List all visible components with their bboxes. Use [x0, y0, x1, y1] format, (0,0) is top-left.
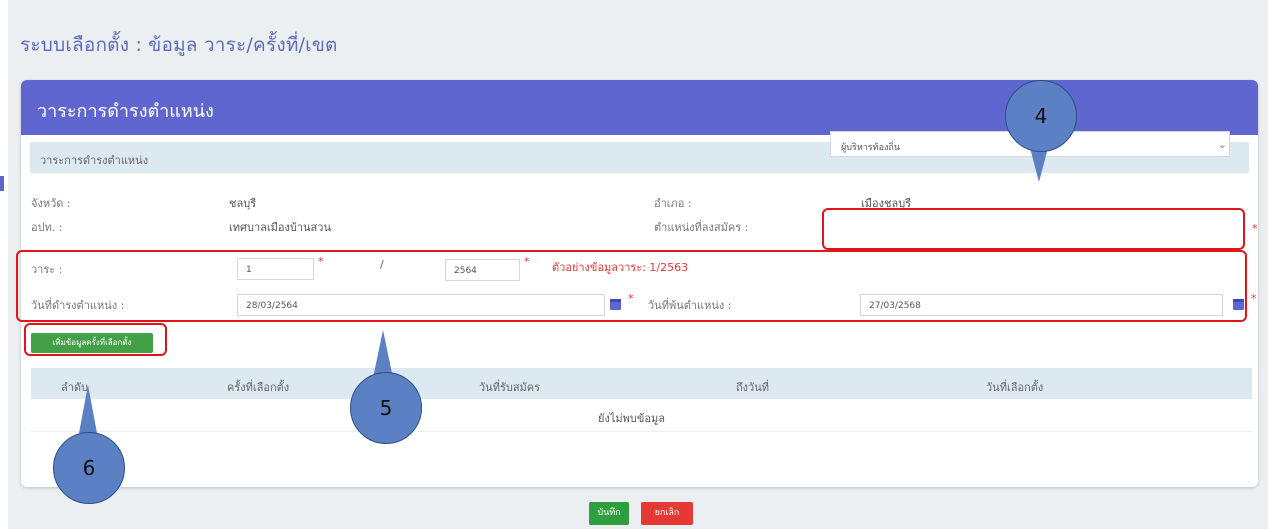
- page-title: ระบบเลือกตั้ง : ข้อมูล วาระ/ครั้งที่/เขต: [20, 34, 338, 56]
- table-header: ลำดับ ครั้งที่เลือกตั้ง วันที่รับสมัคร ถ…: [31, 368, 1252, 399]
- required-mark: *: [1251, 292, 1257, 305]
- required-mark: *: [1252, 222, 1258, 235]
- org-value: เทศบาลเมืองบ้านสวน: [229, 221, 331, 234]
- empty-message: ยังไม่พบข้อมูล: [598, 412, 665, 425]
- org-label: อปท. :: [31, 221, 63, 234]
- callout-pointer: [1030, 148, 1048, 182]
- left-strip: [0, 0, 8, 529]
- column-header[interactable]: ครั้งที่เลือกตั้ง: [227, 378, 289, 396]
- callout-4: 4: [1005, 80, 1077, 152]
- chevron-down-icon: ⌄: [1217, 138, 1227, 151]
- position-highlight-box: [822, 208, 1245, 250]
- callout-pointer: [79, 385, 97, 433]
- callout-5: 5: [350, 372, 422, 444]
- position-select-value: ผู้บริหารท้องถิ่น: [841, 143, 900, 153]
- section-label: วาระการดำรงตำแหน่ง: [40, 154, 149, 167]
- column-header[interactable]: ถึงวันที่: [736, 378, 769, 396]
- position-label: ตำแหน่งที่ลงสมัคร :: [654, 221, 749, 234]
- card-title: วาระการดำรงตำแหน่ง: [37, 101, 214, 122]
- province-label: จังหวัด :: [31, 197, 71, 210]
- table-row: ยังไม่พบข้อมูล: [31, 399, 1252, 432]
- cancel-button[interactable]: ยกเลิก: [641, 502, 693, 525]
- column-header[interactable]: วันที่เลือกตั้ง: [986, 378, 1043, 396]
- column-header[interactable]: วันที่รับสมัคร: [479, 378, 540, 396]
- district-label: อำเภอ :: [654, 197, 692, 210]
- province-value: ชลบุรี: [229, 197, 257, 210]
- callout-6: 6: [53, 432, 125, 504]
- term-highlight-box: [16, 250, 1247, 322]
- callout-pointer: [373, 330, 393, 378]
- save-button[interactable]: บันทึก: [589, 502, 629, 525]
- add-button-highlight-box: [24, 323, 167, 356]
- sidebar-marker: [0, 176, 4, 191]
